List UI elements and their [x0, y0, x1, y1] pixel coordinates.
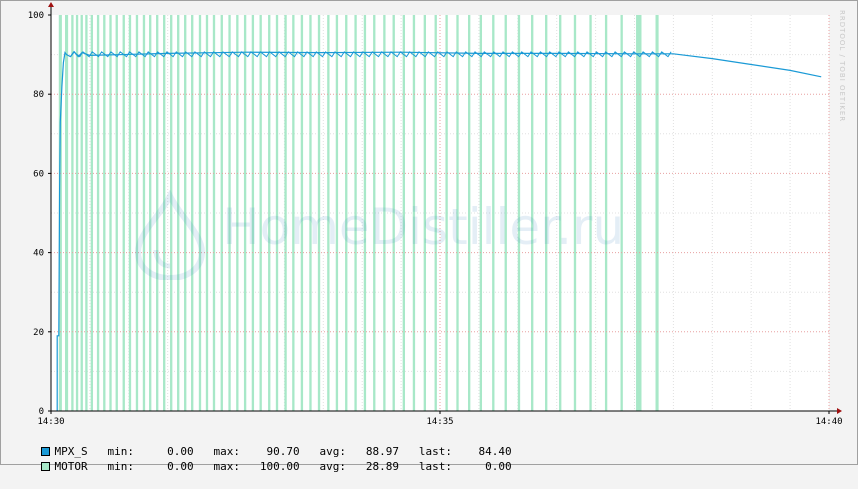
motor-bar [109, 15, 112, 411]
motor-bar [71, 15, 74, 411]
legend-last-value: 0.00 [485, 460, 512, 473]
motor-bar [65, 15, 69, 411]
motor-bar [75, 15, 79, 411]
y-axis-arrow [48, 2, 54, 7]
legend-min-value: 0.00 [167, 460, 194, 473]
side-credit: RRDTOOL / TOBI OETIKER [838, 10, 852, 170]
motor-bar [85, 15, 88, 411]
legend-max-label: max: [213, 445, 241, 458]
motor-bar [115, 15, 118, 411]
legend-last-label: last: [418, 445, 452, 458]
legend-name: MOTOR [54, 460, 88, 473]
motor-bar [80, 15, 83, 411]
legend: MPX_S min: 0.00 max: 90.70 avg: 88.97 la… [14, 429, 512, 473]
legend-name: MPX_S [54, 445, 88, 458]
legend-min-label: min: [107, 460, 135, 473]
legend-avg-value: 28.89 [365, 460, 399, 473]
legend-max-value: 90.70 [266, 445, 300, 458]
watermark-text: HomeDistiller.ru [222, 198, 625, 256]
motor-bar [90, 15, 94, 411]
x-tick-label: 14:40 [815, 417, 842, 427]
y-tick-label: 60 [33, 169, 44, 179]
water-drop-icon [134, 189, 206, 282]
motor-bar [96, 15, 100, 411]
legend-last-value: 84.40 [478, 445, 512, 458]
legend-avg-value: 88.97 [365, 445, 399, 458]
motor-bar [122, 15, 125, 411]
y-tick-label: 80 [33, 90, 44, 100]
legend-min-label: min: [107, 445, 135, 458]
x-tick-label: 14:30 [37, 417, 64, 427]
y-tick-label: 0 [39, 407, 44, 417]
legend-max-label: max: [213, 460, 241, 473]
legend-max-value: 100.00 [259, 460, 300, 473]
motor-bar [655, 15, 659, 411]
legend-last-label: last: [418, 460, 452, 473]
legend-swatch-motor [40, 461, 50, 471]
x-tick-label: 14:35 [426, 417, 453, 427]
y-tick-label: 20 [33, 328, 44, 338]
legend-avg-label: avg: [319, 460, 347, 473]
legend-row-mpx-s: MPX_S min: 0.00 max: 90.70 avg: 88.97 la… [14, 429, 512, 458]
watermark: HomeDistiller.ru [130, 189, 650, 282]
motor-bar [103, 15, 106, 411]
x-axis-arrow [837, 408, 842, 414]
y-tick-label: 40 [33, 249, 44, 259]
side-credit-text: RRDTOOL / TOBI OETIKER [838, 10, 846, 123]
legend-avg-label: avg: [319, 445, 347, 458]
y-tick-label: 100 [28, 11, 44, 21]
legend-swatch-mpx-s [40, 446, 50, 456]
legend-min-value: 0.00 [167, 445, 194, 458]
